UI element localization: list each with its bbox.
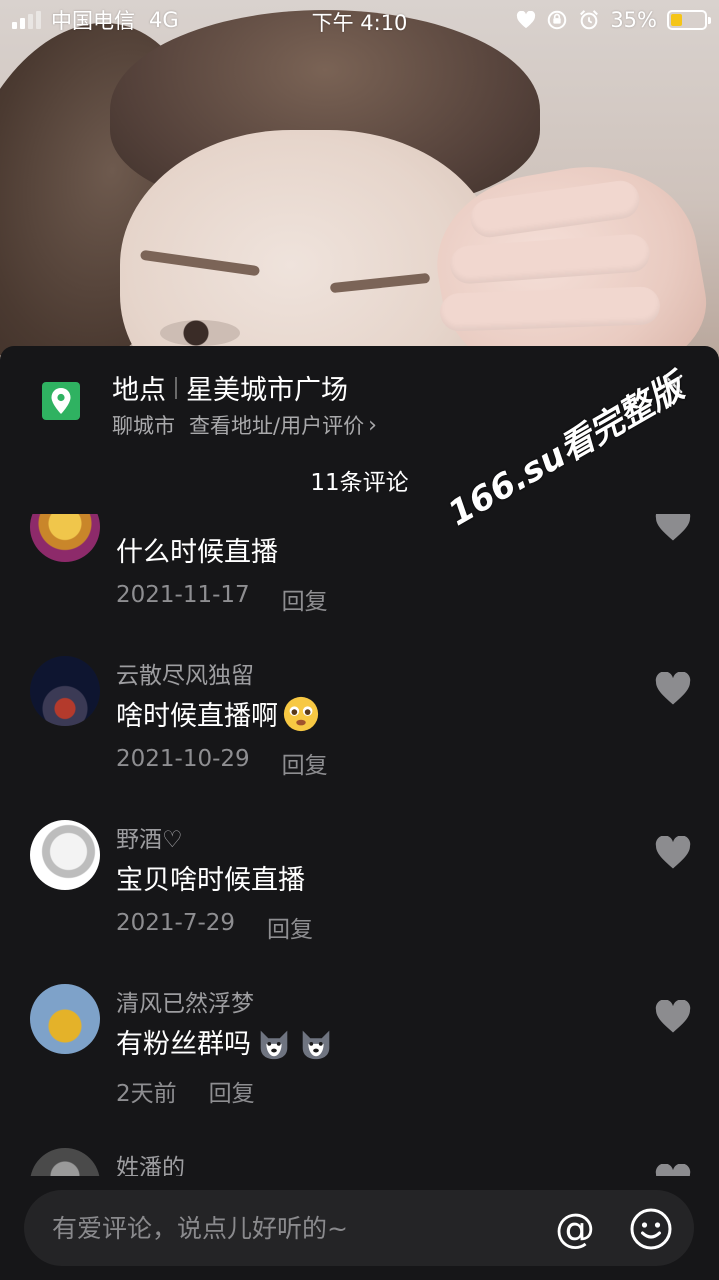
video-background[interactable] (0, 0, 719, 360)
heart-icon[interactable] (654, 836, 692, 870)
husky-emoji (302, 1030, 330, 1059)
smiley-icon[interactable] (628, 1206, 674, 1252)
reply-button[interactable]: 回复 (282, 582, 328, 616)
status-bar: 中国电信 4G 下午 4:10 35% (0, 0, 719, 40)
night-crowd-avatar[interactable] (30, 656, 100, 726)
location-name: 星美城市广场 (186, 375, 348, 406)
signal-icon (12, 11, 41, 29)
comment-item: 清风已然浮梦 有粉丝群吗 2天前 回复 (0, 984, 719, 1144)
comment-count: 11条评论 (310, 470, 409, 496)
comment-text: 啥时候直播啊 (116, 694, 320, 733)
comment-input[interactable] (52, 1190, 532, 1266)
comment-sheet: 地点 星美城市广场 聊城市 查看地址/用户评价 › 11条评论 什么时候直播 2… (0, 346, 719, 1280)
comment-item: 野酒♡ 宝贝啥时候直播 2021-7-29 回复 (0, 820, 719, 980)
yellow-coat-avatar[interactable] (30, 984, 100, 1054)
mention-button[interactable]: @ (552, 1206, 598, 1252)
reply-button[interactable]: 回复 (267, 910, 313, 944)
view-address-link[interactable]: 查看地址/用户评价 (189, 410, 364, 440)
rotation-lock-icon (548, 10, 567, 30)
comment-date: 2021-7-29 (116, 910, 236, 936)
comment-meta: 2021-11-17 回复 (116, 582, 328, 616)
heart-icon[interactable] (654, 1000, 692, 1034)
comment-date: 2021-11-17 (116, 582, 250, 608)
comment-username[interactable]: 云散尽风独留 (116, 656, 254, 690)
heart-icon[interactable] (654, 1164, 692, 1176)
video-eye (160, 320, 240, 346)
comment-meta: 2021-10-29 回复 (116, 746, 328, 780)
network-label: 4G (149, 8, 179, 32)
heart-icon[interactable] (654, 672, 692, 706)
map-pin-icon (42, 382, 80, 420)
partial-avatar[interactable] (30, 1148, 100, 1176)
comment-text: 什么时候直播 (116, 537, 278, 568)
anime-avatar[interactable] (30, 820, 100, 890)
pleading-face-emoji (283, 696, 319, 731)
title-divider (175, 376, 177, 399)
carrier-label: 中国电信 (51, 9, 135, 33)
battery-icon (667, 10, 711, 30)
video-finger (439, 286, 661, 332)
location-title: 地点 星美城市广场 (112, 368, 348, 407)
comment-meta: 2天前 回复 (116, 1074, 255, 1108)
comment-username[interactable]: 姓潘的 (116, 1148, 185, 1176)
husky-emoji (260, 1030, 288, 1059)
alarm-icon (580, 10, 599, 30)
comment-list[interactable]: 什么时候直播 2021-11-17 回复 云散尽风独留 啥时候直播啊 2021-… (0, 514, 719, 1176)
battery-fill (671, 14, 683, 26)
comment-input-box[interactable]: @ (24, 1190, 694, 1266)
comment-item: 什么时候直播 2021-11-17 回复 (0, 514, 719, 652)
location-label: 地点 (112, 375, 166, 406)
comment-date: 2天前 (116, 1081, 177, 1107)
comment-item: 姓潘的 (0, 1148, 719, 1176)
lion-avatar[interactable] (30, 514, 100, 562)
comment-username[interactable]: 野酒♡ (116, 820, 183, 854)
battery-percent: 35% (610, 8, 657, 32)
comment-text: 有粉丝群吗 (116, 1022, 335, 1061)
reply-button[interactable]: 回复 (282, 746, 328, 780)
comment-meta: 2021-7-29 回复 (116, 910, 313, 944)
comment-username[interactable]: 清风已然浮梦 (116, 984, 254, 1018)
comment-date: 2021-10-29 (116, 746, 250, 772)
location-city: 聊城市 (112, 414, 175, 438)
heart-icon[interactable] (654, 514, 692, 542)
chevron-right-icon: › (368, 412, 377, 438)
comment-text: 宝贝啥时候直播 (116, 865, 305, 896)
location-subtitle[interactable]: 聊城市 查看地址/用户评价 › (112, 410, 377, 440)
heart-status-icon (517, 11, 536, 29)
reply-button[interactable]: 回复 (209, 1074, 255, 1108)
comment-input-bar: @ (0, 1178, 719, 1280)
comment-item: 云散尽风独留 啥时候直播啊 2021-10-29 回复 (0, 656, 719, 816)
